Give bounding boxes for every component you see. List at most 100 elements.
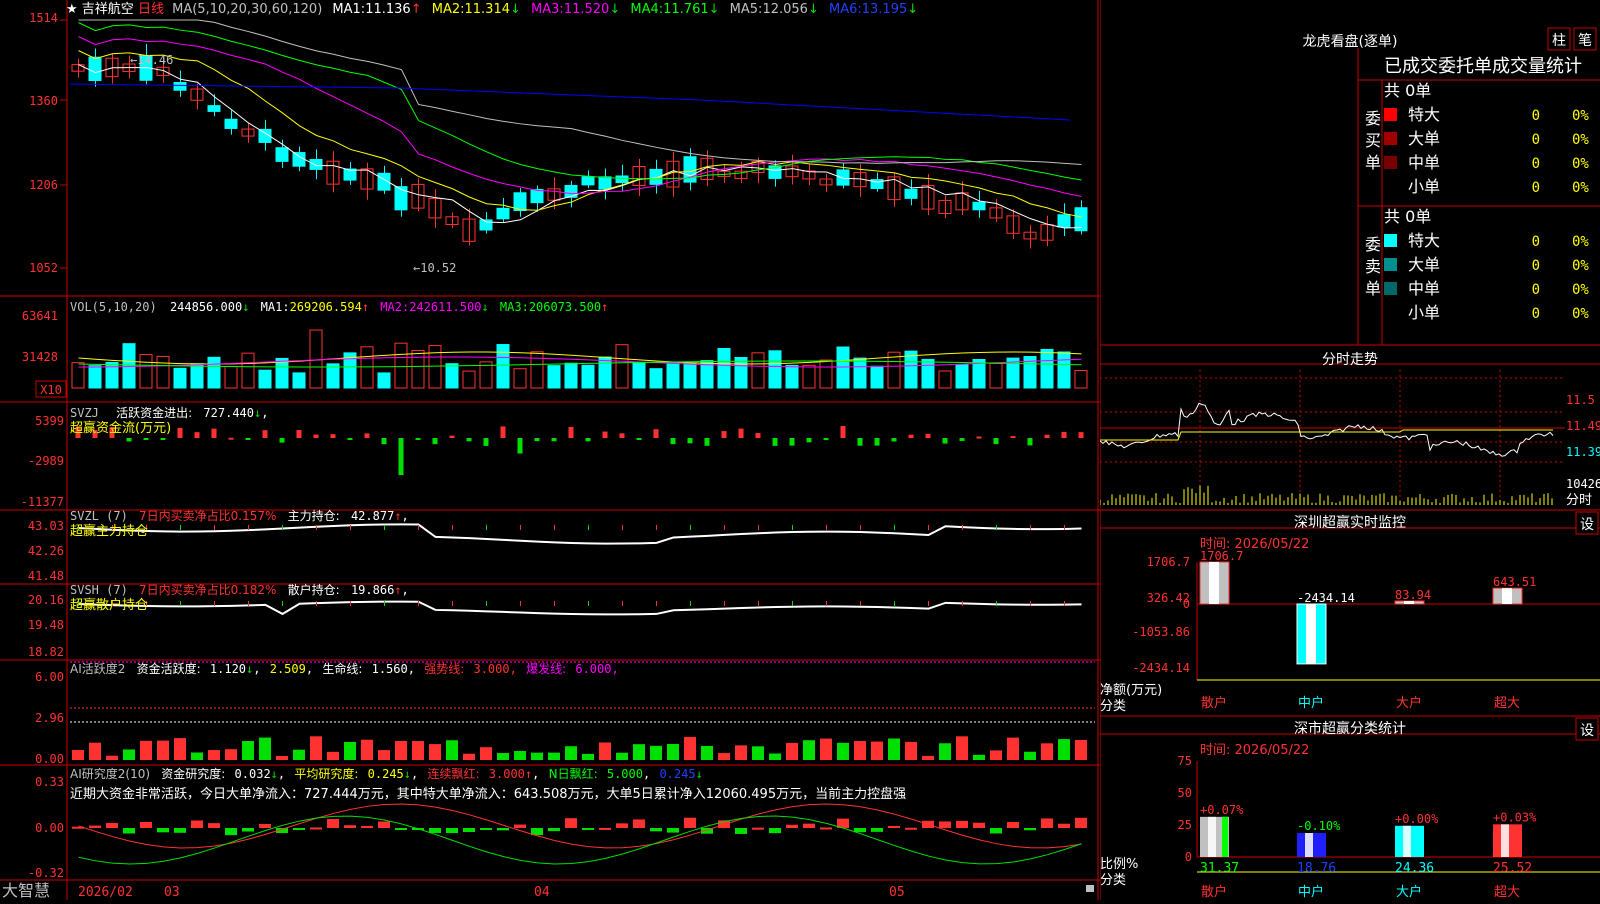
research-bar[interactable] <box>327 818 339 828</box>
volume-bar[interactable] <box>853 357 867 389</box>
fund-bar[interactable] <box>534 438 540 442</box>
activity-bar[interactable] <box>276 755 288 760</box>
fund-bar[interactable] <box>976 436 982 439</box>
fund-bar[interactable] <box>789 438 795 446</box>
volume-bar[interactable] <box>445 363 459 389</box>
research-bar[interactable] <box>616 823 628 828</box>
activity-bar[interactable] <box>208 750 220 760</box>
fund-bar[interactable] <box>296 430 302 438</box>
activity-bar[interactable] <box>344 741 356 760</box>
research-bar[interactable] <box>293 828 305 830</box>
fund-bar[interactable] <box>313 434 319 438</box>
fund-bar[interactable] <box>721 431 727 438</box>
fund-bar[interactable] <box>653 429 659 438</box>
research-bar[interactable] <box>310 827 322 830</box>
volume-bar[interactable] <box>1040 348 1054 389</box>
fund-bar[interactable] <box>364 433 370 438</box>
fund-bar[interactable] <box>1044 434 1050 438</box>
kline-chart[interactable]: ★ 吉祥航空 日线 MA(5,10,20,30,60,120) MA1:11.1… <box>0 0 1100 900</box>
volume-bar[interactable] <box>1057 351 1071 389</box>
research-bar[interactable] <box>225 828 237 836</box>
activity-bar[interactable] <box>616 752 628 760</box>
candle-body[interactable] <box>615 175 629 184</box>
volume-bar[interactable] <box>462 370 476 389</box>
fund-bar[interactable] <box>466 438 472 442</box>
activity-bar[interactable] <box>157 740 169 760</box>
research-bar[interactable] <box>854 828 866 833</box>
volume-bar[interactable] <box>513 368 527 389</box>
research-bar[interactable] <box>667 828 679 833</box>
fund-bar[interactable] <box>738 428 744 438</box>
candle-body[interactable] <box>292 152 306 167</box>
volume-bar[interactable] <box>649 368 663 389</box>
candle-body[interactable] <box>513 192 527 212</box>
fund-bar[interactable] <box>840 426 846 438</box>
volume-bar[interactable] <box>428 345 442 389</box>
activity-bar[interactable] <box>310 736 322 760</box>
fund-bar[interactable] <box>551 438 557 442</box>
lock-icon[interactable] <box>1086 885 1094 892</box>
volume-bar[interactable] <box>717 347 731 389</box>
fund-bar[interactable] <box>602 431 608 438</box>
activity-bar[interactable] <box>497 753 509 760</box>
candle-body[interactable] <box>394 186 408 211</box>
volume-bar[interactable] <box>598 356 612 389</box>
volume-bar[interactable] <box>496 344 510 389</box>
candle-body[interactable] <box>275 147 289 162</box>
monitor-chart[interactable]: 1706.7326.420-1053.86-2434.141706.7散户-24… <box>1132 549 1600 711</box>
fund-bar[interactable] <box>806 438 812 443</box>
activity-bar[interactable] <box>259 737 271 760</box>
research-bar[interactable] <box>106 823 118 828</box>
fund-bar[interactable] <box>1010 436 1016 439</box>
research-bar[interactable] <box>514 824 526 828</box>
research-bar[interactable] <box>1024 828 1036 831</box>
svzl-panel[interactable] <box>78 523 1082 545</box>
volume-bar[interactable] <box>564 362 578 389</box>
svsh-panel[interactable] <box>78 600 1082 616</box>
activity-bar[interactable] <box>837 742 849 760</box>
research-bar[interactable] <box>803 823 815 828</box>
candle-body[interactable] <box>1057 214 1071 228</box>
research-bar[interactable] <box>548 828 560 832</box>
fund-bar[interactable] <box>755 432 761 438</box>
volume-bar[interactable] <box>870 365 884 389</box>
volume-bar[interactable] <box>836 346 850 389</box>
fund-bar[interactable] <box>517 438 523 454</box>
research-bar[interactable] <box>990 828 1002 834</box>
fund-bar[interactable] <box>177 427 183 438</box>
volume-bar[interactable] <box>224 366 238 389</box>
activity-bar[interactable] <box>106 755 118 760</box>
activity-bar[interactable] <box>293 749 305 760</box>
activity-bar[interactable] <box>463 753 475 760</box>
fund-bar[interactable] <box>636 438 642 440</box>
activity-bar[interactable] <box>667 743 679 760</box>
volume-bar[interactable] <box>1074 369 1088 389</box>
volume-bar[interactable] <box>666 362 680 389</box>
candle-body[interactable] <box>496 207 510 220</box>
research-bar[interactable] <box>956 820 968 828</box>
activity-bar[interactable] <box>1041 743 1053 760</box>
fund-bar[interactable] <box>891 438 897 442</box>
fund-bar[interactable] <box>687 438 693 444</box>
volume-bar[interactable] <box>819 359 833 389</box>
tab-traded[interactable]: 已成交 <box>1384 56 1438 77</box>
volume-bar[interactable] <box>275 357 289 389</box>
fund-bar[interactable] <box>398 438 404 476</box>
volume-bar[interactable] <box>802 364 816 389</box>
research-bar[interactable] <box>480 828 492 830</box>
research-bar[interactable] <box>446 828 458 834</box>
activity-bar[interactable] <box>701 745 713 760</box>
research-bar[interactable] <box>1075 817 1087 828</box>
activity-bar[interactable] <box>803 740 815 760</box>
volume-bar[interactable] <box>683 362 697 389</box>
volume-bar[interactable] <box>734 357 748 389</box>
volume-bar[interactable] <box>632 361 646 389</box>
volume-bar[interactable] <box>530 351 544 389</box>
fund-bar[interactable] <box>568 427 574 438</box>
fund-bar[interactable] <box>279 438 285 443</box>
research-bar[interactable] <box>905 827 917 830</box>
research-bar[interactable] <box>786 824 798 828</box>
tab-volume-stats[interactable]: 成交量统计 <box>1492 56 1582 77</box>
fund-bar[interactable] <box>160 438 166 440</box>
fund-bar[interactable] <box>670 438 676 445</box>
